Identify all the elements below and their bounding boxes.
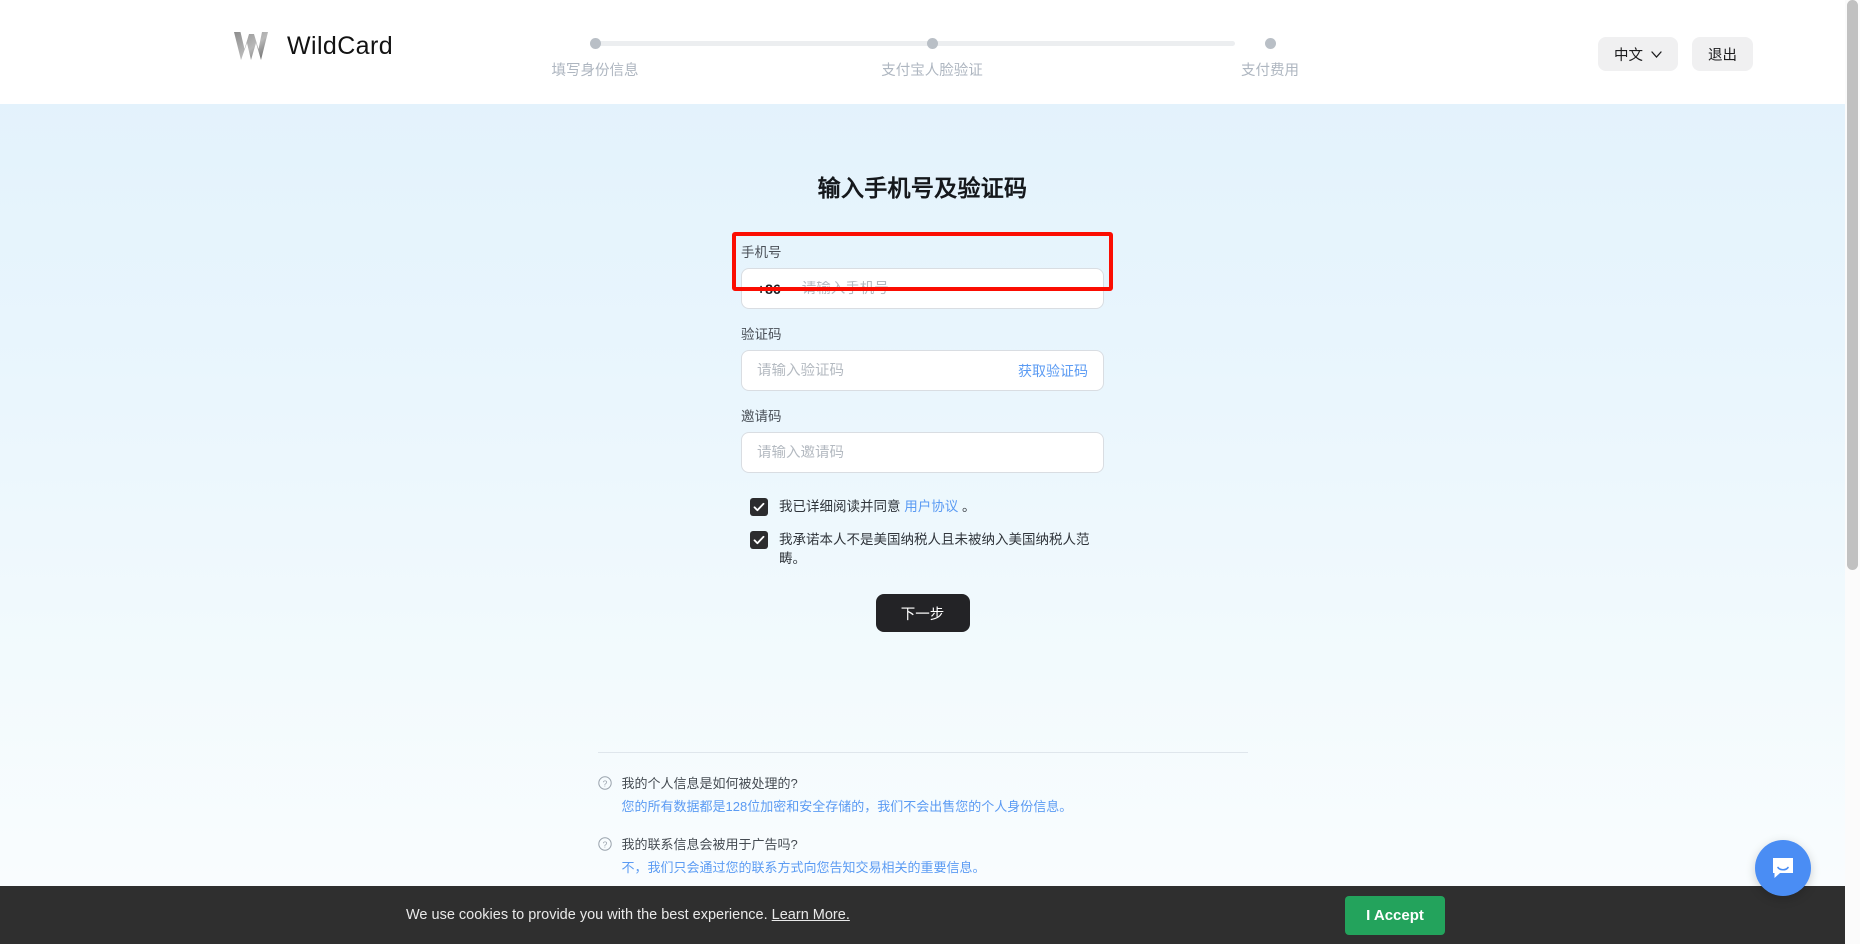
step-1-label: 填写身份信息 [515,59,675,80]
phone-input-wrap[interactable]: +86 [741,268,1104,309]
question-mark-icon: ? [598,837,612,851]
country-code: +86 [757,281,781,297]
invite-label: 邀请码 [741,405,1104,425]
phone-label: 手机号 [741,241,1104,261]
agreement-suffix-1: 。 [962,499,976,514]
step-2-dot [927,38,938,49]
faq-section: ? 我的个人信息是如何被处理的? 您的所有数据都是128位加密和安全存储的，我们… [598,773,1248,877]
main-content: 输入手机号及验证码 手机号 +86 验证码 获取验证码 [0,104,1845,895]
faq-question-2: 我的联系信息会被用于广告吗? [622,834,986,853]
check-icon [753,534,765,546]
faq-text-2: 我的联系信息会被用于广告吗? 不，我们只会通过您的联系方式向您告知交易相关的重要… [622,834,986,877]
faq-divider [598,752,1248,753]
agreement-checkboxes: 我已详细阅读并同意 用户协议 。 我承诺本人不是美国纳税人且未被纳入美国纳税人范… [741,497,1104,568]
chat-launcher-button[interactable] [1755,840,1811,896]
step-1-dot [590,38,601,49]
step-2: 支付宝人脸验证 [852,34,1012,80]
header-actions: 中文 退出 [1598,37,1753,71]
code-input-wrap[interactable]: 获取验证码 [741,350,1104,391]
cookie-message-wrap: We use cookies to provide you with the b… [406,907,850,923]
cookie-banner: We use cookies to provide you with the b… [0,886,1860,944]
step-3-label: 支付费用 [1190,59,1350,80]
chat-bubble-icon [1770,855,1796,881]
agreement-text-1: 我已详细阅读并同意 用户协议 。 [779,497,976,516]
wildcard-w-icon [232,26,270,66]
agreement-row-2[interactable]: 我承诺本人不是美国纳税人且未被纳入美国纳税人范畴。 [750,530,1104,568]
phone-input[interactable] [802,281,1088,297]
faq-answer-2: 不，我们只会通过您的联系方式向您告知交易相关的重要信息。 [622,859,986,877]
next-button[interactable]: 下一步 [876,594,970,632]
brand-name: WildCard [287,32,393,61]
progress-stepper: 填写身份信息 支付宝人脸验证 支付费用 [540,34,1280,84]
code-field-group: 验证码 获取验证码 [741,323,1104,391]
step-2-label: 支付宝人脸验证 [852,59,1012,80]
step-3-dot [1265,38,1276,49]
svg-text:?: ? [602,839,607,849]
question-mark-icon: ? [598,776,612,790]
language-selector-label: 中文 [1614,44,1643,65]
step-1: 填写身份信息 [515,34,675,80]
page-title: 输入手机号及验证码 [0,169,1845,203]
scrollbar-thumb[interactable] [1847,0,1858,570]
cookie-message: We use cookies to provide you with the b… [406,907,768,923]
page-viewport: WildCard 填写身份信息 支付宝人脸验证 支付费用 中文 [0,0,1845,944]
chevron-down-icon [1651,51,1662,58]
agreement-row-1[interactable]: 我已详细阅读并同意 用户协议 。 [750,497,1104,516]
check-icon [753,501,765,513]
phone-field-group: 手机号 +86 [741,241,1104,309]
faq-text-1: 我的个人信息是如何被处理的? 您的所有数据都是128位加密和安全存储的，我们不会… [622,773,1073,816]
agreement-checkbox-1[interactable] [750,498,768,516]
agreement-checkbox-2[interactable] [750,531,768,549]
invite-field-group: 邀请码 [741,405,1104,473]
agreement-prefix-1: 我已详细阅读并同意 [779,499,901,514]
faq-item-2: ? 我的联系信息会被用于广告吗? 不，我们只会通过您的联系方式向您告知交易相关的… [598,834,1248,877]
get-code-button[interactable]: 获取验证码 [1008,361,1088,381]
logout-button-label: 退出 [1708,44,1737,65]
code-label: 验证码 [741,323,1104,343]
invite-input[interactable] [757,445,1088,461]
faq-question-1: 我的个人信息是如何被处理的? [622,773,1073,792]
next-button-wrap: 下一步 [741,594,1104,632]
cookie-learn-more-link[interactable]: Learn More. [772,907,850,923]
verification-form: 手机号 +86 验证码 获取验证码 邀请码 [741,241,1104,632]
cookie-accept-button[interactable]: I Accept [1345,896,1445,935]
page-scrollbar[interactable] [1845,0,1860,944]
faq-item-1: ? 我的个人信息是如何被处理的? 您的所有数据都是128位加密和安全存储的，我们… [598,773,1248,816]
brand-logo[interactable]: WildCard [232,26,393,66]
logout-button[interactable]: 退出 [1692,37,1753,71]
agreement-text-2: 我承诺本人不是美国纳税人且未被纳入美国纳税人范畴。 [779,530,1104,568]
faq-answer-1: 您的所有数据都是128位加密和安全存储的，我们不会出售您的个人身份信息。 [622,798,1073,816]
code-input[interactable] [757,363,1008,379]
svg-text:?: ? [602,778,607,788]
invite-input-wrap[interactable] [741,432,1104,473]
language-selector[interactable]: 中文 [1598,37,1678,71]
site-header: WildCard 填写身份信息 支付宝人脸验证 支付费用 中文 [0,0,1845,104]
user-agreement-link[interactable]: 用户协议 [904,499,958,514]
step-3: 支付费用 [1190,34,1350,80]
